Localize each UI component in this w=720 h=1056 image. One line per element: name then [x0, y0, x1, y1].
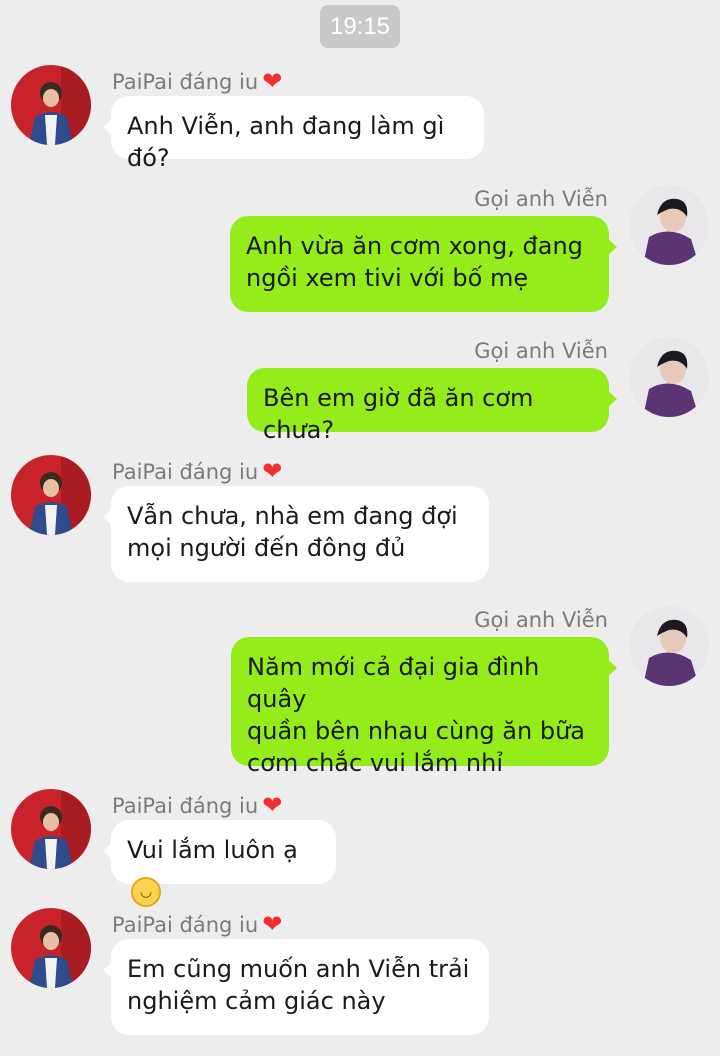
message-bubble[interactable]: Năm mới cả đại gia đình quây quần bên nh…: [231, 637, 617, 777]
sender-name: PaiPai đáng iu ❤: [112, 67, 283, 95]
avatar-photo-icon: [11, 908, 91, 988]
message-line: Em cũng muốn anh Viễn trải: [127, 955, 470, 983]
message-bubble[interactable]: Bên em giờ đã ăn cơm chưa?: [247, 368, 617, 444]
sender-name: Gọi anh Viễn: [474, 187, 608, 211]
avatar-him[interactable]: [629, 185, 709, 265]
avatar-him[interactable]: [629, 606, 709, 686]
red-heart-icon: ❤: [262, 67, 283, 95]
message-line: mọi người đến đông đủ: [127, 534, 406, 562]
avatar-photo-icon: [629, 337, 709, 417]
avatar-him[interactable]: [629, 337, 709, 417]
avatar-her[interactable]: [11, 789, 91, 869]
sender-name: PaiPai đáng iu ❤: [112, 791, 283, 819]
timestamp-badge: 19:15: [320, 5, 400, 48]
sender-name: PaiPai đáng iu ❤: [112, 457, 283, 485]
message-line: Năm mới cả đại gia đình quây: [247, 653, 540, 713]
avatar-her[interactable]: [11, 908, 91, 988]
message-line: Vẫn chưa, nhà em đang đợi: [127, 502, 458, 530]
avatar-photo-icon: [11, 65, 91, 145]
message-line: cơm chắc vui lắm nhỉ: [247, 749, 504, 777]
smiling-face-emoji-icon: ◡: [131, 877, 161, 907]
red-heart-icon: ❤: [262, 910, 283, 938]
message-bubble[interactable]: Vui lắm luôn ạ ◡: [103, 820, 336, 907]
message-bubble[interactable]: Vẫn chưa, nhà em đang đợi mọi người đến …: [103, 486, 489, 582]
sender-name: PaiPai đáng iu ❤: [112, 910, 283, 938]
message-line: Anh vừa ăn cơm xong, đang: [246, 232, 583, 260]
avatar-photo-icon: [629, 185, 709, 265]
red-heart-icon: ❤: [262, 791, 283, 819]
avatar-photo-icon: [11, 455, 91, 535]
message-line: quần bên nhau cùng ăn bữa: [247, 717, 585, 745]
message-bubble[interactable]: Anh vừa ăn cơm xong, đang ngồi xem tivi …: [230, 216, 617, 312]
sender-name: Gọi anh Viễn: [474, 339, 608, 363]
avatar-her[interactable]: [11, 455, 91, 535]
message-line: Vui lắm luôn ạ: [127, 836, 298, 864]
message-line: nghiệm cảm giác này: [127, 987, 386, 1015]
message-bubble[interactable]: Em cũng muốn anh Viễn trải nghiệm cảm gi…: [103, 939, 489, 1035]
avatar-her[interactable]: [11, 65, 91, 145]
message-line: Anh Viễn, anh đang làm gì đó?: [127, 112, 445, 172]
message-bubble[interactable]: Anh Viễn, anh đang làm gì đó?: [103, 96, 484, 172]
message-line: Bên em giờ đã ăn cơm chưa?: [263, 384, 534, 444]
message-line: ngồi xem tivi với bố mẹ: [246, 264, 529, 292]
avatar-photo-icon: [629, 606, 709, 686]
sender-name: Gọi anh Viễn: [474, 608, 608, 632]
avatar-photo-icon: [11, 789, 91, 869]
red-heart-icon: ❤: [262, 457, 283, 485]
